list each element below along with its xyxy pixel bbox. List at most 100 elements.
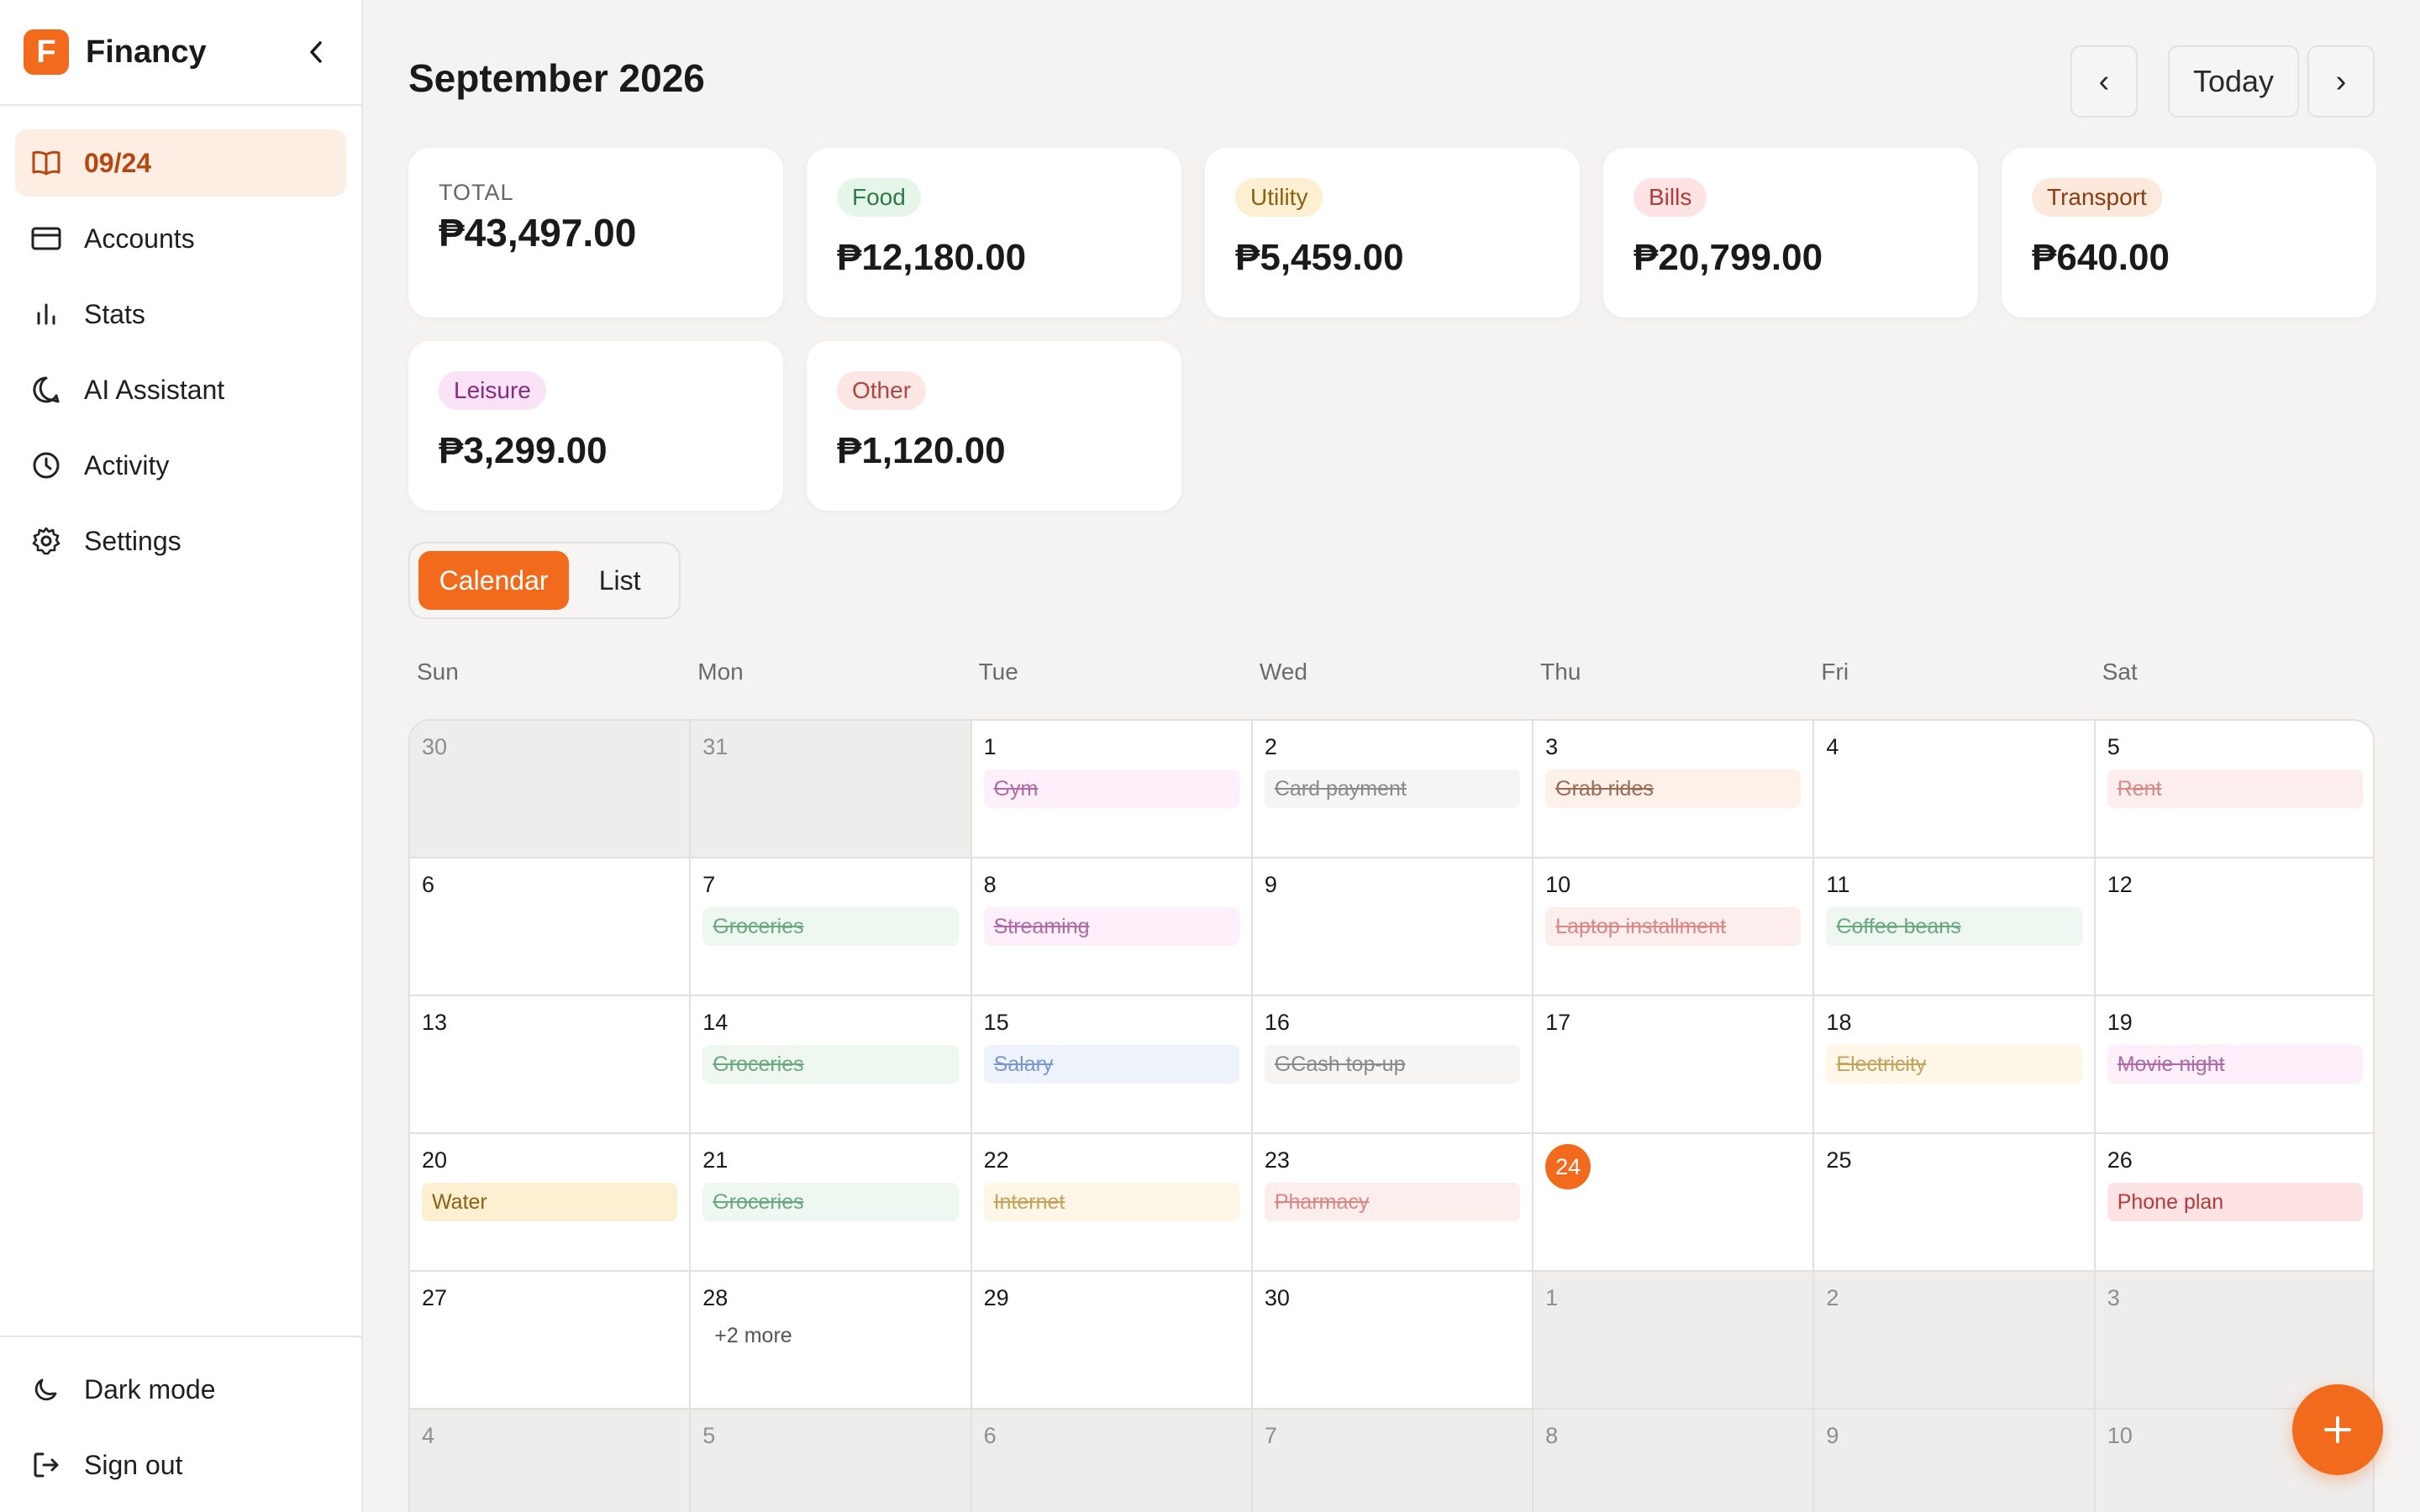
moon-icon [30,1373,62,1405]
chevron-left-icon [310,41,322,63]
category-card-bills[interactable]: Bills ₱20,799.00 [1603,148,1978,318]
dark-mode-toggle[interactable]: Dark mode [15,1356,346,1423]
category-card-transport[interactable]: Transport ₱640.00 [2002,148,2376,318]
calendar-day-cell[interactable]: 30 [410,721,692,858]
calendar-day-cell[interactable]: 3 Grab rides [1534,721,1815,858]
calendar-day-cell[interactable]: 13 [410,996,692,1134]
category-card-other[interactable]: Other ₱1,120.00 [807,341,1181,511]
category-badge: Utility [1235,178,1323,217]
calendar-event-chip[interactable]: Grab rides [1545,769,1802,808]
calendar-day-cell[interactable]: 9 [1814,1410,2096,1512]
calendar-event-chip[interactable]: Coffee beans [1826,907,2082,946]
day-number: 5 [702,1423,716,1448]
calendar-event-chip[interactable]: Movie night [2107,1045,2363,1084]
calendar-day-cell[interactable]: 2 Card payment [1252,721,1534,858]
calendar-day-cell[interactable]: 11 Coffee beans [1814,858,2096,996]
day-number: 7 [702,872,716,897]
calendar-event-chip[interactable]: Groceries [702,1183,959,1221]
calendar-day-cell[interactable]: 4 [1814,721,2096,858]
calendar-day-cell[interactable]: 6 [971,1410,1253,1512]
category-card-utility[interactable]: Utility ₱5,459.00 [1205,148,1580,318]
calendar-event-chip[interactable]: Salary [983,1045,1239,1084]
calendar-day-cell[interactable]: 27 [410,1272,692,1410]
day-number: 9 [1264,872,1277,897]
day-number: 31 [702,734,729,759]
calendar-day-cell[interactable]: 22 Internet [971,1134,1253,1272]
prev-month-button[interactable]: ‹ [2070,45,2138,118]
calendar-event-chip[interactable]: Rent [2107,769,2363,808]
calendar-day-cell[interactable]: 28 +2 more [691,1272,972,1410]
calendar-day-cell[interactable]: 8 [1534,1410,1815,1512]
day-number: 2 [1264,734,1277,759]
calendar-day-cell[interactable]: 23 Pharmacy [1252,1134,1534,1272]
calendar-day-cell[interactable]: 20 Water [410,1134,692,1272]
calendar-event-chip[interactable]: GCash top-up [1264,1045,1521,1084]
calendar-day-cell[interactable]: 5 Rent [2095,721,2373,858]
calendar-event-chip[interactable]: Laptop installment [1545,907,1802,946]
weekday-header: Sun Mon Tue Wed Thu Fri Sat [408,659,2375,692]
sidebar-item-accounts[interactable]: Accounts [15,205,346,272]
add-transaction-button[interactable] [2292,1384,2383,1475]
calendar-event-chip[interactable]: Phone plan [2107,1183,2363,1221]
calendar-day-cell[interactable]: 9 [1252,858,1534,996]
day-number: 30 [1264,1285,1290,1310]
bar-chart-icon [30,298,62,330]
day-number: 19 [2107,1010,2133,1035]
sidebar-item-current-period[interactable]: 09/24 [15,129,346,197]
calendar-day-cell[interactable]: 24 [1534,1134,1815,1272]
calendar-event-chip[interactable]: Internet [983,1183,1239,1221]
calendar-day-cell[interactable]: 16 GCash top-up [1252,996,1534,1134]
sidebar-item-activity[interactable]: Activity [15,432,346,499]
calendar-day-cell[interactable]: 7 [1252,1410,1534,1512]
sidebar-item-label: AI Assistant [84,374,225,405]
calendar-event-chip[interactable]: Gym [983,769,1239,808]
calendar-day-cell[interactable]: 29 [971,1272,1253,1410]
day-number: 13 [422,1010,448,1035]
calendar-event-chip[interactable]: Water [422,1183,678,1221]
calendar-day-cell[interactable]: 8 Streaming [971,858,1253,996]
calendar-event-chip[interactable]: Groceries [702,907,959,946]
calendar-day-cell[interactable]: 15 Salary [971,996,1253,1134]
calendar-day-cell[interactable]: 1 Gym [971,721,1253,858]
collapse-sidebar-button[interactable] [301,37,331,67]
calendar-day-cell[interactable]: 25 [1814,1134,2096,1272]
category-card-food[interactable]: Food ₱12,180.00 [807,148,1181,318]
calendar-day-cell[interactable]: 5 [691,1410,972,1512]
category-badge: Bills [1634,178,1707,217]
calendar-day-cell[interactable]: 18 Electricity [1814,996,2096,1134]
category-card-leisure[interactable]: Leisure ₱3,299.00 [408,341,783,511]
calendar-day-cell[interactable]: 1 [1534,1272,1815,1410]
next-month-button[interactable]: › [2307,45,2375,118]
sidebar-item-stats[interactable]: Stats [15,281,346,348]
calendar-day-cell[interactable]: 31 [691,721,972,858]
sidebar-item-ai-assistant[interactable]: AI Assistant [15,356,346,423]
calendar-day-cell[interactable]: 19 Movie night [2095,996,2373,1134]
day-number: 10 [1545,872,1571,897]
calendar-day-cell[interactable]: 12 [2095,858,2373,996]
calendar-day-cell[interactable]: 21 Groceries [691,1134,972,1272]
calendar-event-chip[interactable]: Electricity [1826,1045,2082,1084]
calendar-event-chip[interactable]: Streaming [983,907,1239,946]
more-events-link[interactable]: +2 more [714,1324,792,1348]
calendar-day-cell[interactable]: 10 Laptop installment [1534,858,1815,996]
sign-out-button[interactable]: Sign out [15,1431,346,1499]
weekday-label: Fri [1821,659,1849,685]
day-number: 14 [702,1010,729,1035]
calendar-event-chip[interactable]: Card payment [1264,769,1521,808]
sidebar-item-settings[interactable]: Settings [15,507,346,575]
today-button[interactable]: Today [2168,45,2299,118]
calendar-day-cell[interactable]: 14 Groceries [691,996,972,1134]
calendar-event-chip[interactable]: Groceries [702,1045,959,1084]
calendar-day-cell[interactable]: 17 [1534,996,1815,1134]
calendar-day-cell[interactable]: 30 [1252,1272,1534,1410]
calendar-day-cell[interactable]: 6 [410,858,692,996]
app-logo: F [24,29,69,75]
calendar-day-cell[interactable]: 2 [1814,1272,2096,1410]
calendar-day-cell[interactable]: 26 Phone plan [2095,1134,2373,1272]
calendar-event-chip[interactable]: Pharmacy [1264,1183,1521,1221]
calendar-day-cell[interactable]: 7 Groceries [691,858,972,996]
day-number: 26 [2107,1147,2133,1173]
list-view-button[interactable]: List [569,551,671,610]
calendar-day-cell[interactable]: 4 [410,1410,692,1512]
calendar-view-button[interactable]: Calendar [418,551,570,610]
